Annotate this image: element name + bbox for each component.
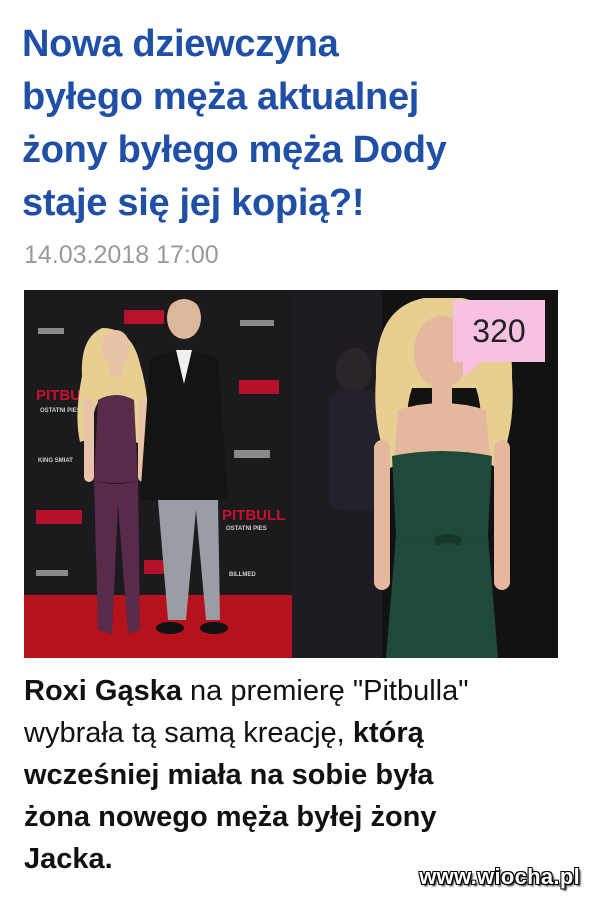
article-date: 14.03.2018 17:00 <box>24 241 219 269</box>
backdrop-logo-text: KING SMIAT <box>38 458 73 464</box>
title-line: staje się jej kopią?! <box>22 182 365 224</box>
backdrop-logo <box>234 450 270 458</box>
backdrop-logo <box>36 510 82 524</box>
backdrop-logo <box>240 320 274 326</box>
backdrop-logo <box>124 310 164 324</box>
caption-line: wybrała tą samą kreację, którą <box>24 712 569 754</box>
caption-bold-text: Jacka. <box>24 843 113 875</box>
backdrop-logo <box>239 380 279 394</box>
backdrop-logo-text: BILLMED <box>229 572 256 578</box>
article-caption: Roxi Gąska na premierę "Pitbulla" wybrał… <box>24 670 569 880</box>
caption-text: wybrała tą samą kreację, <box>24 717 353 749</box>
backdrop-logo-subtext: OSTATNI PIES <box>40 408 81 414</box>
caption-line: wcześniej miała na sobie była <box>24 754 569 796</box>
site-watermark: www.wiocha.pl <box>419 864 580 889</box>
caption-bold-text: wcześniej miała na sobie była <box>24 759 434 791</box>
title-line: byłego męża aktualnej <box>22 76 420 118</box>
caption-bold-text: którą <box>352 717 424 749</box>
caption-line: żona nowego męża byłej żony <box>24 796 569 838</box>
title-line: żony byłego męża Dody <box>22 129 447 171</box>
caption-text: na premierę "Pitbulla" <box>181 675 469 707</box>
title-line: Nowa dziewczyna <box>22 23 339 65</box>
backdrop-logo-text: PITBULL <box>222 507 285 524</box>
backdrop-logo <box>36 570 68 576</box>
article-title[interactable]: Nowa dziewczyna byłego męża aktualnej żo… <box>22 18 572 230</box>
backdrop-logo-subtext: OSTATNI PIES <box>226 526 267 532</box>
caption-bold-text: żona nowego męża byłej żony <box>24 801 437 833</box>
backdrop-logo <box>38 328 64 334</box>
comment-count-badge[interactable]: 320 <box>453 300 545 378</box>
caption-bold-name: Roxi Gąska <box>24 675 182 707</box>
caption-line: Roxi Gąska na premierę "Pitbulla" <box>24 670 569 712</box>
